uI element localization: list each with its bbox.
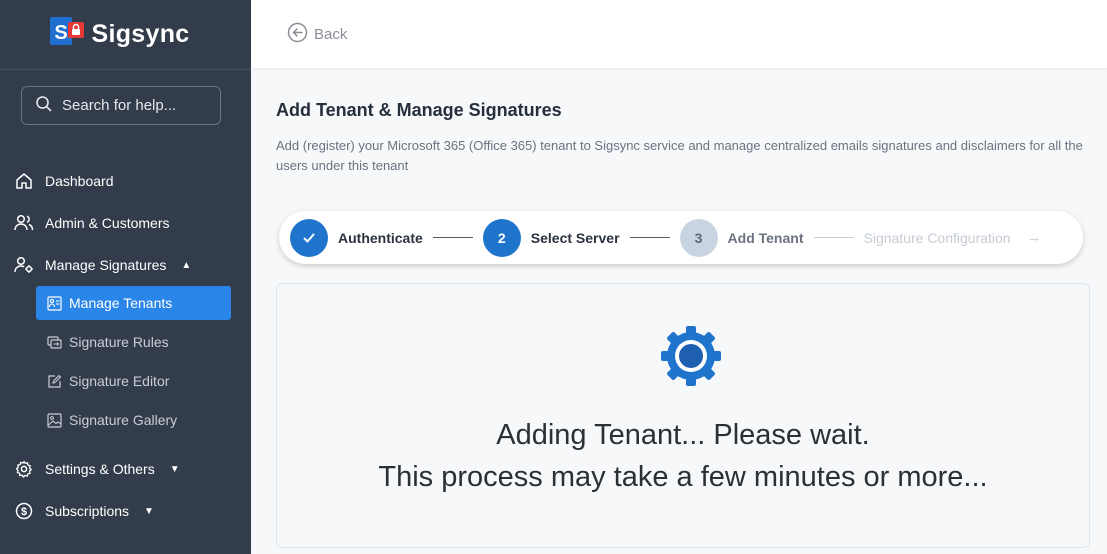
sidebar-item-label: Manage Signatures [45,257,167,273]
sidebar-item-label: Subscriptions [45,503,130,519]
step-add-tenant: 3 Add Tenant [679,218,804,257]
step-connector [629,237,670,238]
step-connector [813,237,854,238]
sidebar: S Sigsync Search for help... Dashboard A… [0,0,251,554]
svg-text:S: S [54,22,67,44]
sidebar-item-admin-customers[interactable]: Admin & Customers [14,211,169,235]
brand[interactable]: S Sigsync [0,0,251,70]
sidebar-item-label: Settings & Others [45,461,155,477]
progress-panel: Adding Tenant... Please wait. This proce… [276,283,1090,548]
sidebar-item-label: Dashboard [45,173,114,189]
page-description: Add (register) your Microsoft 365 (Offic… [276,138,1083,173]
loading-gear-icon [661,326,721,386]
search-input[interactable]: Search for help... [21,86,221,125]
step-label: Add Tenant [727,229,804,246]
step-label: Select Server [530,229,620,246]
dollar-icon: $ [14,501,34,521]
brand-name: Sigsync [91,20,190,48]
users-icon [14,213,34,233]
search-placeholder: Search for help... [62,97,177,114]
wizard-stepper: Authenticate 2 Select Server 3 Add Tenan… [279,211,1083,264]
caret-down-icon: ▼ [169,463,180,475]
svg-text:$: $ [21,506,27,518]
sidebar-subitem-label: Signature Editor [69,373,170,389]
gallery-icon [46,412,62,428]
step-authenticate: Authenticate [290,218,423,257]
sidebar-subitem-signature-rules[interactable]: Signature Rules [36,325,231,359]
step-select-server: 2 Select Server [482,218,620,257]
sidebar-subitem-label: Signature Gallery [69,412,178,428]
back-label: Back [314,26,348,43]
caret-up-icon: ▲ [181,259,192,271]
caret-down-icon: ▼ [144,505,154,517]
step-number: 2 [482,218,521,257]
check-icon [303,233,315,242]
arrow-right-icon: → [1026,229,1042,246]
tenant-icon [46,295,62,311]
status-line-2: This process may take a few minutes or m… [378,461,988,493]
status-line-1: Adding Tenant... Please wait. [496,419,870,451]
page-title: Add Tenant & Manage Signatures [276,100,562,120]
sidebar-subitem-signature-gallery[interactable]: Signature Gallery [36,403,231,437]
sidebar-item-manage-signatures[interactable]: Manage Signatures ▲ [14,253,191,277]
sigsync-logo-icon: S [48,14,86,55]
edit-icon [46,373,62,389]
rules-icon [46,334,62,350]
home-icon [14,171,34,191]
sidebar-subitem-manage-tenants[interactable]: Manage Tenants [36,286,231,320]
sidebar-item-label: Admin & Customers [45,215,170,231]
step-number: 3 [679,218,718,257]
step-label: Authenticate [338,229,423,246]
sidebar-item-dashboard[interactable]: Dashboard [14,169,114,193]
gear-icon [14,459,34,479]
sidebar-subitem-signature-editor[interactable]: Signature Editor [36,364,231,398]
step-done-indicator [290,218,328,257]
sidebar-item-subscriptions[interactable]: $ Subscriptions ▼ [14,499,154,523]
sidebar-item-settings-others[interactable]: Settings & Others ▼ [14,457,180,481]
back-arrow-icon [287,22,308,47]
user-gear-icon [14,255,34,275]
step-label: Signature Configuration [863,229,1011,246]
step-connector [432,237,473,238]
back-button[interactable]: Back [287,22,347,47]
topbar: Back [251,0,1107,68]
sidebar-subitem-label: Signature Rules [69,334,169,350]
step-signature-configuration: Signature Configuration → [864,229,1042,246]
search-icon [35,95,53,117]
sidebar-subitem-label: Manage Tenants [69,295,173,311]
